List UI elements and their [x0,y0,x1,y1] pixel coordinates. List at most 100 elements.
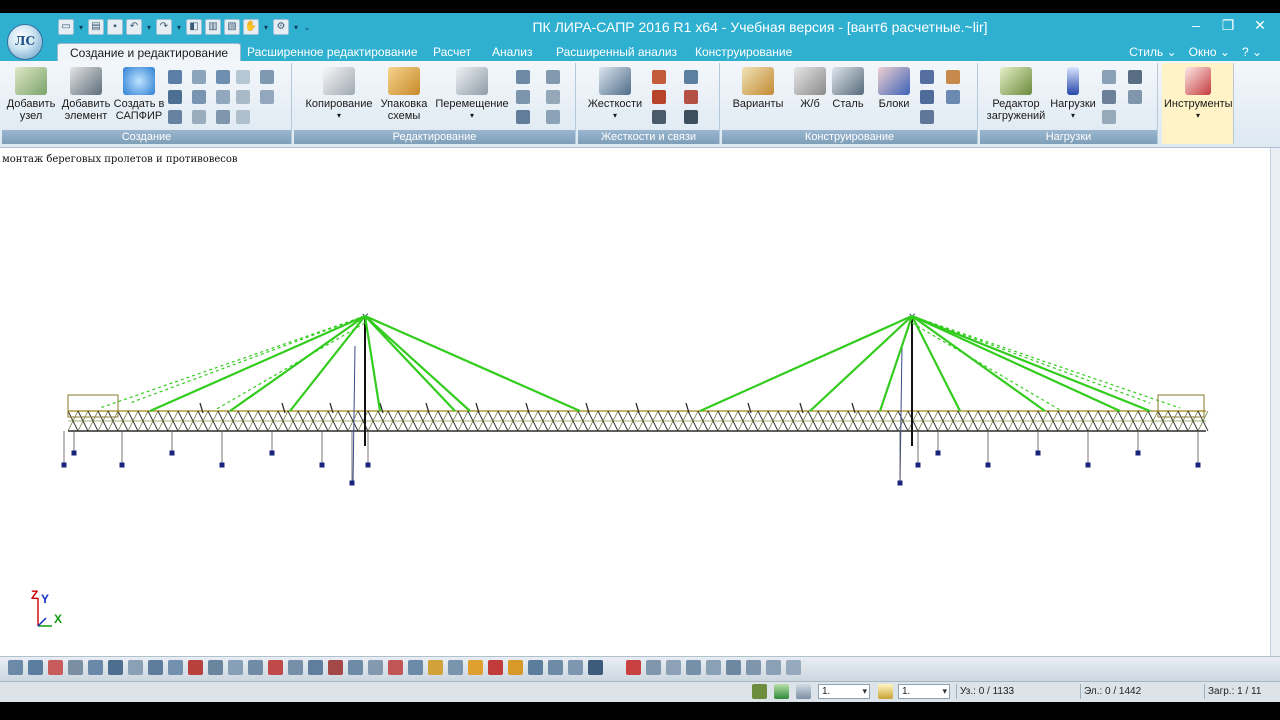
constraint-icon[interactable] [684,90,698,104]
maximize-icon[interactable]: ❐ [1212,15,1244,35]
view-combo-1[interactable]: 1. [818,684,870,699]
cube4-icon[interactable] [706,660,721,675]
triangle-up-icon[interactable] [774,684,789,699]
pack-scheme-button[interactable]: Упаковка схемы [378,67,430,122]
rsu-icon[interactable] [1128,90,1142,104]
copy-button[interactable]: Копирование ▾ [302,67,376,122]
plate-icon[interactable] [192,90,206,104]
rotate-icon[interactable] [28,660,43,675]
model-viewport[interactable]: ✕✕ [0,148,1270,656]
axis-yz-icon[interactable] [548,660,563,675]
tab-analysis[interactable]: Анализ [492,43,533,61]
tree-icon[interactable] [260,70,274,84]
axis-xy-icon[interactable] [508,660,523,675]
new-file-icon[interactable]: ▭ [58,19,74,35]
stiffness-button[interactable]: Жесткости ▾ [584,67,646,122]
fragment-icon[interactable] [308,660,323,675]
rigid-insert-icon[interactable] [652,90,666,104]
print-icon[interactable]: ▥ [205,19,221,35]
rc-button[interactable]: Ж/б [792,67,828,110]
point-icon[interactable] [488,660,503,675]
section-icon[interactable] [946,70,960,84]
filter-icon[interactable] [752,684,767,699]
dropdown-icon[interactable]: ▾ [77,23,85,32]
projection-icon[interactable] [568,660,583,675]
zoom-in-icon[interactable] [88,660,103,675]
shell-icon[interactable] [216,70,230,84]
dropdown-icon[interactable]: ▾ [145,23,153,32]
wave-icon[interactable] [260,90,274,104]
help-menu[interactable]: ? ⌄ [1242,43,1262,61]
dynamic-load-icon[interactable] [1102,90,1116,104]
color-icon[interactable] [428,660,443,675]
vertical-scrollbar[interactable] [1270,148,1280,656]
nodes-icon[interactable] [268,660,283,675]
pencil-icon[interactable] [878,684,893,699]
hinge-icon[interactable] [652,70,666,84]
axis-xz-icon[interactable] [528,660,543,675]
pick-icon[interactable] [408,660,423,675]
flag-icon[interactable] [188,660,203,675]
open-file-icon[interactable]: ▤ [88,19,104,35]
close-icon[interactable]: ✕ [1244,15,1276,35]
tab-advanced-analysis[interactable]: Расширенный анализ [556,43,677,61]
scale-icon[interactable] [546,90,560,104]
filter-icon[interactable] [168,660,183,675]
load-copy-icon[interactable] [1128,70,1142,84]
minimize-icon[interactable]: – [1180,15,1212,35]
settings-icon[interactable]: ⚙ [273,19,289,35]
pin-icon[interactable] [684,110,698,124]
pattern-icon[interactable] [236,90,250,104]
rebar-icon[interactable] [920,70,934,84]
hand-icon[interactable]: ✋ [243,19,259,35]
load-case-icon[interactable] [1102,70,1116,84]
hatch-icon[interactable] [236,110,250,124]
zoom-all-icon[interactable] [108,660,123,675]
frame-icon[interactable] [168,90,182,104]
preview-icon[interactable]: ▧ [224,19,240,35]
support-icon[interactable] [652,110,666,124]
cube7-icon[interactable] [766,660,781,675]
visible-icon[interactable] [368,660,383,675]
select-icon[interactable] [148,660,163,675]
layers-icon[interactable] [448,660,463,675]
loads-button[interactable]: Нагрузки ▾ [1048,67,1098,122]
blocks-button[interactable]: Блоки [874,67,914,110]
view-icon[interactable]: ◧ [186,19,202,35]
load-editor-button[interactable]: Редактор загружений [984,67,1048,122]
scissors-icon[interactable] [516,70,530,84]
elements-icon[interactable] [288,660,303,675]
grid-icon[interactable] [168,70,182,84]
fit-icon[interactable] [128,660,143,675]
design-settings-icon[interactable] [920,110,934,124]
cube-icon[interactable] [646,660,661,675]
show-icon[interactable] [248,660,263,675]
mass-icon[interactable] [1102,110,1116,124]
window-menu[interactable]: Окно ⌄ [1189,43,1230,61]
column-icon[interactable] [192,70,206,84]
view-combo-2[interactable]: 1. [898,684,950,699]
app-logo[interactable]: ЛС [7,24,43,60]
cube5-icon[interactable] [726,660,741,675]
unify-icon[interactable] [920,90,934,104]
tab-create-edit[interactable]: Создание и редактирование [57,43,242,62]
dropdown-icon[interactable]: ▾ [262,23,270,32]
cube6-icon[interactable] [746,660,761,675]
rotate-icon[interactable] [546,70,560,84]
cube8-icon[interactable] [786,660,801,675]
tab-design[interactable]: Конструирование [695,43,792,61]
rotate-view-icon[interactable] [588,660,603,675]
zoom-window-icon[interactable] [48,660,63,675]
cube2-icon[interactable] [666,660,681,675]
mesh-icon[interactable] [216,90,230,104]
hide-icon[interactable] [228,660,243,675]
divide-icon[interactable] [516,110,530,124]
redo-icon[interactable]: ↷ [156,19,172,35]
add-node-button[interactable]: Добавить узел [4,67,58,122]
dropdown-icon[interactable]: ▾ [175,23,183,32]
graph-icon[interactable] [626,660,641,675]
style-menu[interactable]: Стиль ⌄ [1129,43,1177,61]
zoom-out-icon[interactable] [68,660,83,675]
link-icon[interactable] [684,70,698,84]
save-icon[interactable]: ▪ [107,19,123,35]
